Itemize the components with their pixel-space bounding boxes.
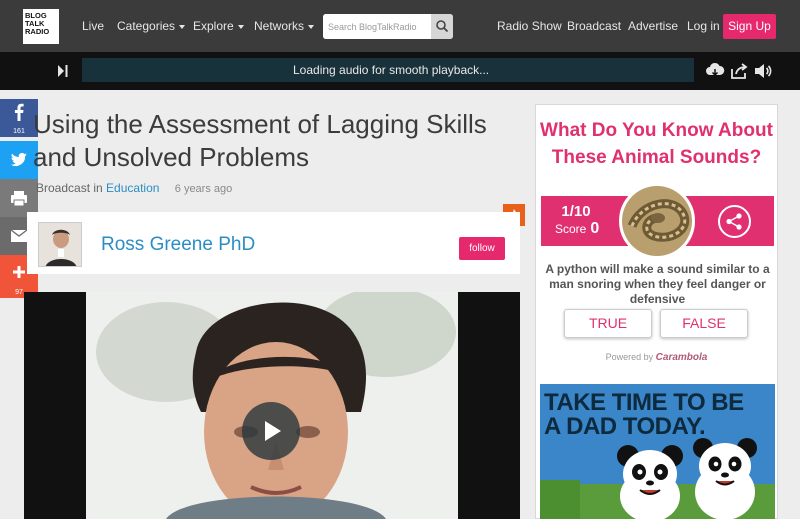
- quiz-share-button[interactable]: [718, 205, 751, 238]
- ad-headline-line-2: A DAD TODAY.: [544, 413, 706, 440]
- search-icon: [436, 20, 449, 33]
- nav-live[interactable]: Live: [82, 18, 104, 34]
- powered-prefix: Powered by: [605, 352, 654, 362]
- quiz-score-label: Score: [555, 222, 587, 236]
- play-pause-icon[interactable]: [57, 64, 69, 78]
- nav-broadcast[interactable]: Broadcast: [567, 18, 621, 34]
- nav-explore-label: Explore: [193, 19, 234, 33]
- ad-headline: TAKE TIME TO BE A DAD TODAY.: [544, 391, 772, 439]
- ad-headline-line-1: TAKE TIME TO BE: [544, 389, 744, 416]
- play-icon: [265, 421, 281, 441]
- host-name[interactable]: Ross Greene PhD: [101, 234, 255, 256]
- top-navbar: BLOG TALK RADIO Live Categories Explore …: [0, 0, 800, 52]
- quiz-false-button[interactable]: FALSE: [660, 309, 748, 338]
- meta-prefix: Broadcast in: [36, 181, 103, 195]
- quiz-score: Score 0: [555, 220, 600, 237]
- nav-login[interactable]: Log in: [687, 18, 720, 34]
- host-avatar[interactable]: [38, 222, 82, 267]
- volume-icon[interactable]: [753, 61, 773, 81]
- episode-age: 6 years ago: [174, 183, 233, 195]
- audio-player-bar: Loading audio for smooth playback...: [0, 52, 800, 90]
- chevron-down-icon: [237, 24, 244, 29]
- blogtalkradio-logo[interactable]: BLOG TALK RADIO: [23, 9, 59, 44]
- nav-radio-show[interactable]: Radio Show: [497, 18, 562, 34]
- search-button[interactable]: [431, 14, 453, 39]
- quiz-progress: 1/10: [561, 203, 591, 220]
- search-box: [323, 14, 453, 39]
- host-card: Ross Greene PhD follow: [27, 212, 520, 274]
- nav-categories-label: Categories: [117, 19, 176, 33]
- player-status-text: Loading audio for smooth playback...: [293, 63, 490, 77]
- quiz-question: A python will make a sound similar to a …: [545, 262, 770, 306]
- nav-categories[interactable]: Categories: [117, 18, 186, 34]
- search-input[interactable]: [323, 14, 431, 39]
- carambola-logo[interactable]: Carambola: [656, 352, 708, 363]
- quiz-true-button[interactable]: TRUE: [564, 309, 652, 338]
- download-cloud-icon[interactable]: [705, 61, 725, 81]
- host-avatar-image: [39, 223, 81, 266]
- episode-meta: Broadcast in Education 6 years ago: [36, 181, 232, 195]
- nav-networks-label: Networks: [254, 19, 305, 33]
- share-nodes-icon: [726, 213, 742, 230]
- sidebar-ad-column: What Do You Know About These Animal Soun…: [535, 104, 778, 519]
- follow-button[interactable]: follow: [459, 237, 505, 260]
- nav-advertise[interactable]: Advertise: [628, 18, 678, 34]
- nav-explore[interactable]: Explore: [193, 18, 244, 34]
- quiz-score-value: 0: [590, 220, 600, 237]
- chevron-down-icon: [308, 24, 315, 29]
- python-snake-image: [622, 186, 692, 256]
- episode-video-player[interactable]: [24, 292, 520, 519]
- logo-line-3: RADIO: [25, 27, 50, 36]
- quiz-title: What Do You Know About These Animal Soun…: [540, 120, 773, 168]
- episode-title: Using the Assessment of Lagging Skills a…: [33, 109, 487, 172]
- category-link[interactable]: Education: [106, 181, 159, 195]
- chevron-down-icon: [179, 24, 186, 29]
- quiz-python-image: [619, 183, 695, 259]
- quiz-powered-by: Powered by Carambola: [536, 352, 777, 363]
- nav-networks[interactable]: Networks: [254, 18, 315, 34]
- player-progress-track[interactable]: [82, 58, 287, 82]
- signup-button[interactable]: Sign Up: [723, 14, 776, 39]
- video-play-button[interactable]: [242, 402, 300, 460]
- kungfu-panda-ad[interactable]: TAKE TIME TO BE A DAD TODAY.: [540, 384, 775, 519]
- share-icon[interactable]: [729, 61, 749, 81]
